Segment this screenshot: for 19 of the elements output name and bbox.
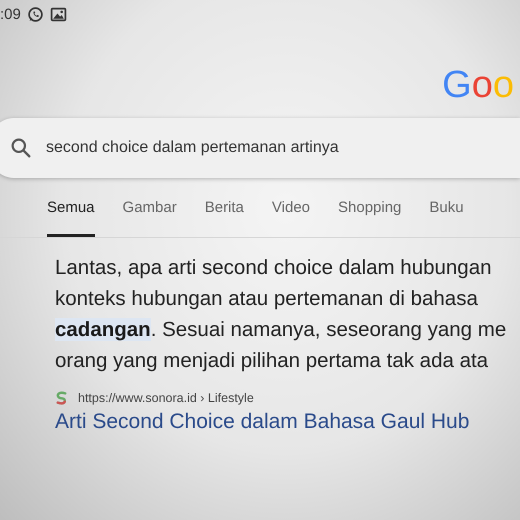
tab[interactable]: Berita: [204, 199, 244, 237]
tab[interactable]: Buku: [429, 199, 464, 237]
image-icon: [50, 6, 67, 22]
status-time: :09: [0, 6, 21, 22]
tab[interactable]: Semua: [47, 199, 95, 237]
chat-icon: [26, 6, 44, 22]
snippet-text: konteks hubungan atau pertemanan di bahasa: [55, 286, 479, 312]
search-icon: [10, 137, 32, 159]
tab[interactable]: Gambar: [122, 199, 177, 237]
snippet-text: cadangan. Sesuai namanya, seseorang yang me: [55, 317, 508, 343]
result-url[interactable]: https://www.sonora.id › Lifestyle: [78, 391, 254, 405]
snippet-text: orang yang menjadi pilihan pertama tak ada ata: [55, 348, 490, 374]
tab[interactable]: Video: [272, 199, 310, 237]
result-title-link[interactable]: Arti Second Choice dalam Bahasa Gaul Hub: [55, 410, 520, 434]
site-favicon-icon: [55, 390, 68, 406]
logo: Goo: [442, 66, 514, 104]
snippet-text: Lantas, apa arti second choice dalam hubungan: [55, 255, 493, 281]
tab[interactable]: Shopping: [338, 199, 402, 237]
search-field[interactable]: second choice dalam pertemanan artinya: [0, 118, 520, 178]
